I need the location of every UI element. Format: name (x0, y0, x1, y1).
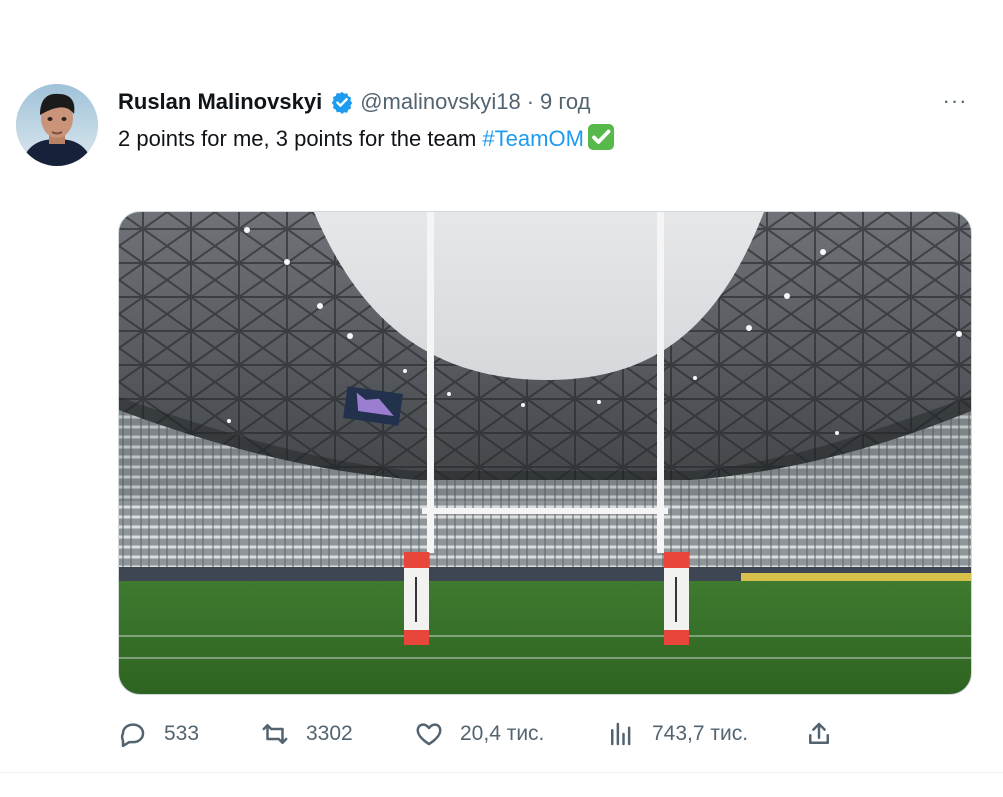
repost-button[interactable]: 3302 (260, 714, 353, 754)
tweet-card[interactable]: Ruslan Malinovskyi @malinovskyi18 · 9 го… (0, 0, 1003, 797)
repost-count: 3302 (306, 722, 353, 745)
tweet-action-bar: 533 3302 20,4 тис. 743,7 тис. (118, 714, 970, 754)
more-options-icon: ··· (942, 88, 968, 113)
white-heavy-check-mark-icon (587, 124, 614, 150)
hashtag-link[interactable]: #TeamOM (482, 126, 583, 151)
stadium-photo (119, 212, 971, 694)
reply-icon (120, 723, 145, 748)
views-button[interactable]: 743,7 тис. (606, 714, 748, 754)
tweet-body-text: 2 points for me, 3 points for the team (118, 126, 483, 151)
heart-icon (416, 723, 442, 746)
timestamp[interactable]: 9 год (540, 89, 590, 115)
like-button[interactable]: 20,4 тис. (414, 714, 544, 754)
header-separator: · (526, 89, 535, 114)
more-options-button[interactable]: ··· (941, 86, 969, 116)
tweet-divider (0, 772, 1003, 773)
user-handle[interactable]: @malinovskyi18 (360, 89, 521, 115)
share-icon (809, 722, 829, 744)
like-count: 20,4 тис. (460, 722, 545, 745)
reply-count: 533 (164, 722, 200, 745)
reply-button[interactable]: 533 (118, 714, 199, 754)
display-name[interactable]: Ruslan Malinovskyi (118, 89, 322, 115)
share-button[interactable] (804, 714, 834, 754)
verified-badge-icon (331, 91, 353, 114)
tweet-header: Ruslan Malinovskyi @malinovskyi18 · 9 го… (118, 86, 591, 118)
views-chart-icon (611, 722, 631, 746)
tweet-media-image[interactable] (118, 211, 972, 695)
repost-icon (262, 724, 288, 744)
avatar-photo-icon (16, 84, 98, 166)
tweet-text: 2 points for me, 3 points for the team #… (118, 122, 615, 156)
view-count: 743,7 тис. (652, 722, 749, 745)
avatar[interactable] (16, 84, 98, 166)
